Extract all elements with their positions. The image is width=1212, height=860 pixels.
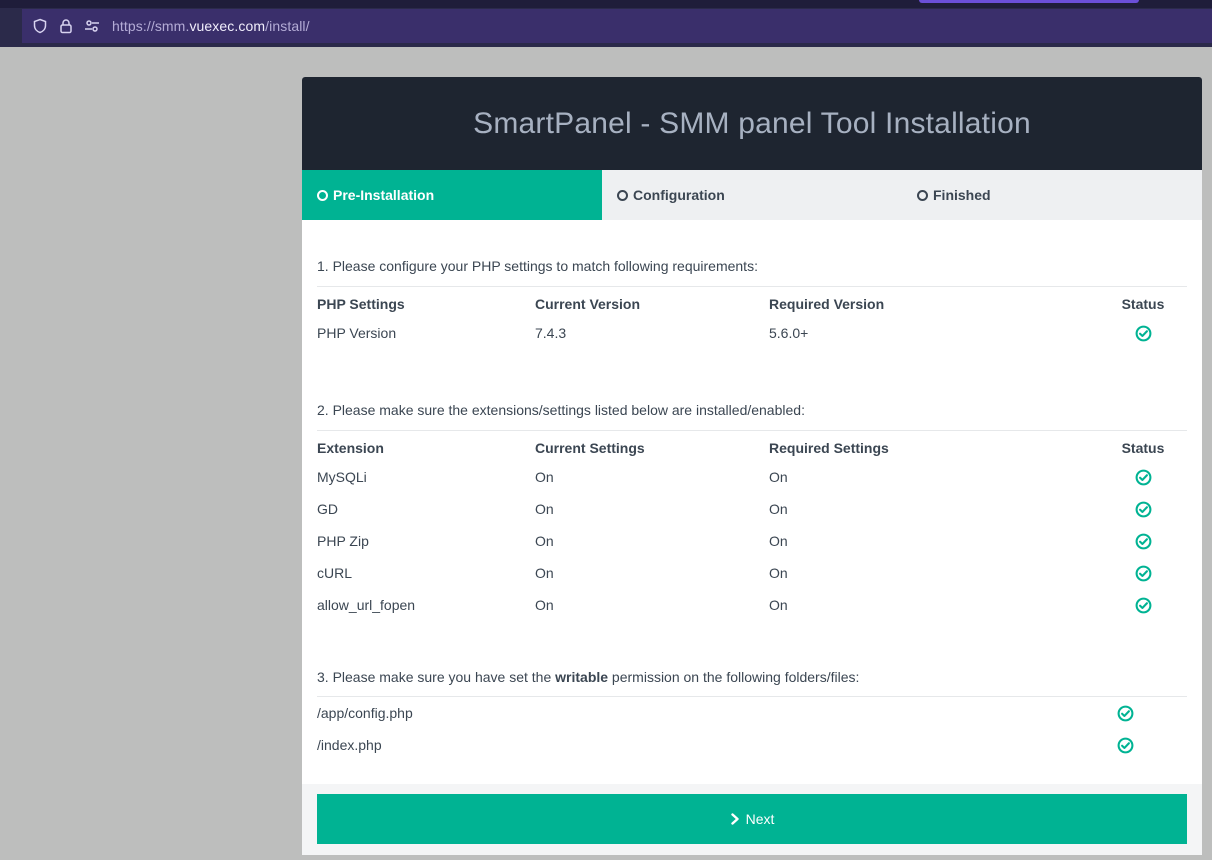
- installer-header: SmartPanel - SMM panel Tool Installation: [302, 77, 1202, 170]
- status-cell: [1087, 493, 1187, 525]
- current-value: On: [535, 501, 554, 517]
- status-cell: [1087, 557, 1187, 589]
- step-finished[interactable]: Finished: [902, 170, 1202, 220]
- installer-card: SmartPanel - SMM panel Tool Installation…: [302, 77, 1202, 855]
- installer-footer: Next: [302, 784, 1202, 855]
- lock-icon[interactable]: [58, 18, 74, 34]
- circle-icon: [617, 189, 628, 201]
- required-value: On: [769, 565, 788, 581]
- php-section-title: 1. Please configure your PHP settings to…: [317, 258, 758, 274]
- next-label: Next: [745, 811, 775, 827]
- current-value: On: [535, 469, 554, 485]
- url-text[interactable]: https://smm.vuexec.com/install/: [112, 18, 310, 34]
- shield-icon[interactable]: [32, 18, 48, 34]
- extension-name: allow_url_fopen: [317, 597, 416, 613]
- extension-name: PHP Zip: [317, 533, 369, 549]
- column-header: Required Version: [769, 296, 885, 312]
- status-cell: [1087, 317, 1187, 349]
- file-path: /index.php: [317, 737, 382, 753]
- column-header: PHP Settings: [317, 296, 405, 312]
- current-value: On: [535, 533, 554, 549]
- installation-steps: Pre-Installation Configuration Finished: [302, 170, 1202, 220]
- required-value: On: [769, 501, 788, 517]
- current-value: 7.4.3: [535, 325, 567, 341]
- column-header: Status: [1121, 440, 1165, 456]
- check-icon: [1117, 737, 1134, 754]
- table-row: PHP Version 7.4.3 5.6.0+: [317, 317, 1187, 349]
- required-value: On: [769, 533, 788, 549]
- circle-icon: [917, 189, 928, 201]
- column-header: Current Settings: [535, 440, 645, 456]
- current-value: On: [535, 565, 554, 581]
- setting-name: PHP Version: [317, 325, 397, 341]
- status-cell: [1117, 729, 1187, 761]
- chevron-right-icon: [730, 813, 739, 825]
- required-value: On: [769, 469, 788, 485]
- file-path: /app/config.php: [317, 705, 413, 721]
- extension-name: GD: [317, 501, 338, 517]
- column-header: Extension: [317, 440, 384, 456]
- table-header-row: PHP Settings Current Version Required Ve…: [317, 287, 1187, 317]
- extension-name: cURL: [317, 565, 353, 581]
- extension-name: MySQLi: [317, 469, 367, 485]
- next-button[interactable]: Next: [317, 794, 1187, 844]
- check-icon: [1117, 705, 1134, 722]
- browser-toolbar: https://smm.vuexec.com/install/: [0, 0, 1212, 47]
- step-label: Finished: [933, 187, 991, 203]
- circle-icon: [317, 189, 328, 201]
- column-header: Status: [1121, 296, 1165, 312]
- table-row: cURL On On: [317, 557, 1187, 589]
- current-value: On: [535, 597, 554, 613]
- check-icon: [1135, 565, 1152, 582]
- browser-tab-indicator[interactable]: [919, 0, 1139, 3]
- status-cell: [1117, 697, 1187, 729]
- required-value: 5.6.0+: [769, 325, 809, 341]
- step-configuration[interactable]: Configuration: [602, 170, 902, 220]
- check-icon: [1135, 469, 1152, 486]
- check-icon: [1135, 597, 1152, 614]
- table-row: allow_url_fopen On On: [317, 589, 1187, 621]
- column-header: Required Settings: [769, 440, 889, 456]
- installer-content: 1. Please configure your PHP settings to…: [302, 220, 1202, 761]
- table-row: /index.php: [317, 729, 1187, 761]
- check-icon: [1135, 325, 1152, 342]
- address-bar[interactable]: https://smm.vuexec.com/install/: [22, 9, 1212, 43]
- extensions-table: Extension Current Settings Required Sett…: [317, 431, 1187, 621]
- status-cell: [1087, 461, 1187, 493]
- status-cell: [1087, 525, 1187, 557]
- files-table: /app/config.php /index.php: [317, 697, 1187, 761]
- check-icon: [1135, 501, 1152, 518]
- required-value: On: [769, 597, 788, 613]
- php-settings-table: PHP Settings Current Version Required Ve…: [317, 287, 1187, 349]
- status-cell: [1087, 589, 1187, 621]
- extensions-section-title: 2. Please make sure the extensions/setti…: [317, 402, 805, 418]
- step-label: Pre-Installation: [333, 187, 435, 203]
- step-pre-installation[interactable]: Pre-Installation: [302, 170, 602, 220]
- table-row: PHP Zip On On: [317, 525, 1187, 557]
- check-icon: [1135, 533, 1152, 550]
- permissions-icon[interactable]: [84, 18, 100, 34]
- table-row: GD On On: [317, 493, 1187, 525]
- page-title: SmartPanel - SMM panel Tool Installation: [473, 106, 1031, 140]
- column-header: Current Version: [535, 296, 641, 312]
- table-row: MySQLi On On: [317, 461, 1187, 493]
- permissions-section-title: 3. Please make sure you have set the wri…: [317, 669, 860, 685]
- table-header-row: Extension Current Settings Required Sett…: [317, 431, 1187, 461]
- step-label: Configuration: [633, 187, 725, 203]
- table-row: /app/config.php: [317, 697, 1187, 729]
